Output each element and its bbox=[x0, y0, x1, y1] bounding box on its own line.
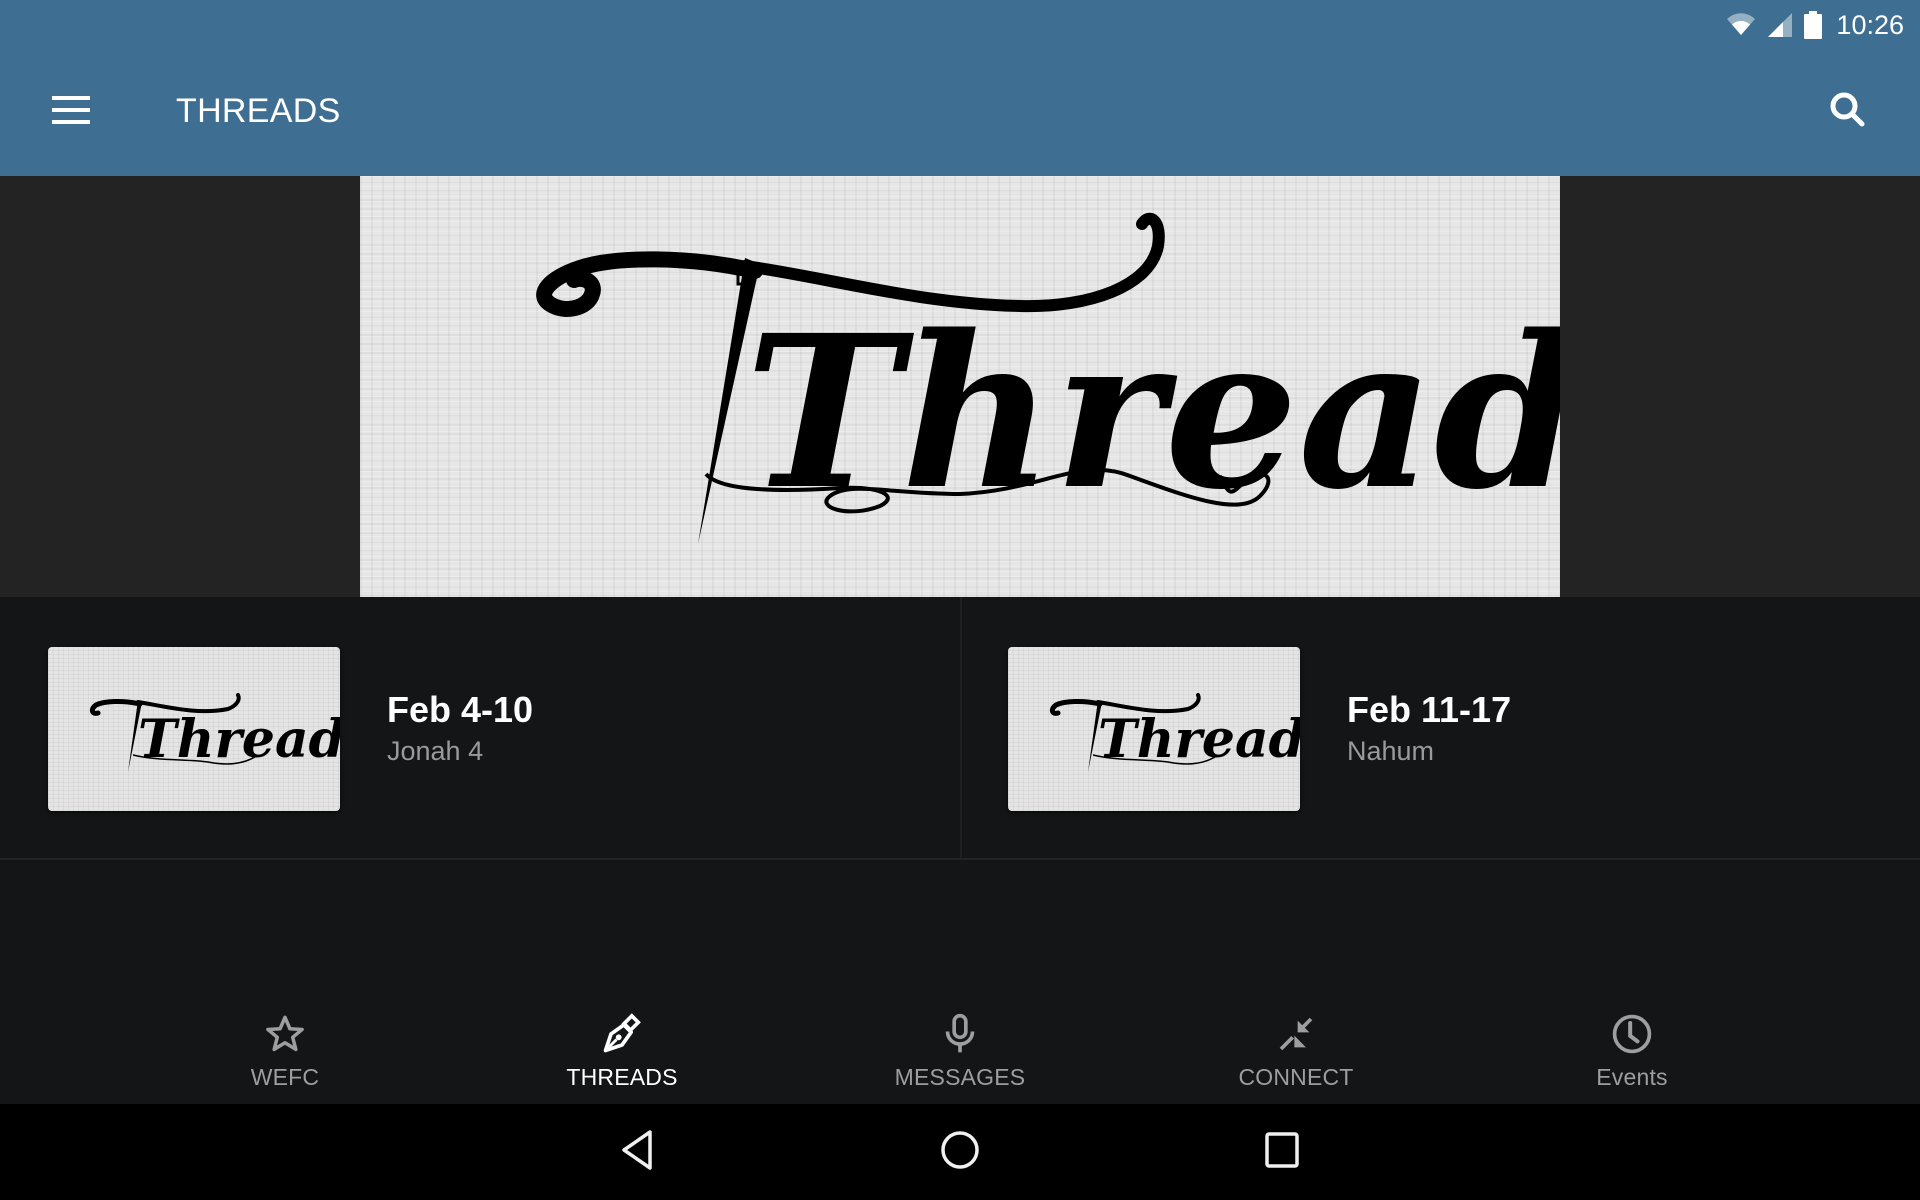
nav-label: Events bbox=[1596, 1064, 1668, 1090]
bottom-nav: WEFC THREADS MESSAGES CONNECT Events bbox=[0, 990, 1920, 1104]
home-button[interactable] bbox=[920, 1122, 1000, 1182]
home-circle-icon bbox=[939, 1129, 981, 1176]
back-button[interactable] bbox=[598, 1122, 678, 1182]
status-bar: 10:26 bbox=[1640, 0, 1920, 50]
microphone-icon bbox=[936, 1010, 984, 1058]
system-nav-bar bbox=[0, 1104, 1920, 1200]
recents-button[interactable] bbox=[1243, 1122, 1323, 1182]
nav-label: WEFC bbox=[250, 1064, 320, 1090]
item-subtitle: Jonah 4 bbox=[387, 736, 484, 766]
hero-image[interactable]: Threads bbox=[360, 176, 1560, 597]
nav-label: MESSAGES bbox=[894, 1064, 1026, 1090]
nav-item-messages[interactable]: MESSAGES bbox=[840, 990, 1080, 1104]
menu-button[interactable] bbox=[36, 84, 108, 140]
item-title: Feb 4-10 bbox=[387, 689, 534, 730]
list-item[interactable]: Threads Feb 4-10 Jonah 4 bbox=[0, 597, 960, 858]
app-bar: 10:26 THREADS bbox=[0, 0, 1920, 176]
wifi-icon bbox=[1726, 13, 1756, 37]
threads-logo-thumb: Threads bbox=[89, 693, 340, 772]
nav-item-wefc[interactable]: WEFC bbox=[165, 990, 405, 1104]
logo-text: Threads bbox=[745, 289, 1560, 536]
status-time: 10:26 bbox=[1836, 9, 1904, 40]
threads-list: Threads Feb 4-10 Jonah 4 Threads Feb 11-… bbox=[0, 597, 1920, 860]
threads-logo-thumb: Threads bbox=[1049, 693, 1300, 772]
nav-label: THREADS bbox=[566, 1064, 678, 1090]
star-icon bbox=[261, 1010, 309, 1058]
list-item[interactable]: Threads Feb 11-17 Nahum bbox=[962, 597, 1920, 858]
item-title: Feb 11-17 bbox=[1347, 689, 1512, 730]
cell-signal-icon bbox=[1766, 12, 1794, 38]
thumbnail: Threads bbox=[1008, 647, 1300, 811]
svg-text:Threads: Threads bbox=[1098, 709, 1300, 770]
search-icon bbox=[1828, 90, 1868, 135]
pen-nib-icon bbox=[598, 1010, 646, 1058]
back-triangle-icon bbox=[620, 1129, 656, 1176]
recents-square-icon bbox=[1263, 1130, 1303, 1175]
hero-banner: Threads bbox=[0, 176, 1920, 597]
nav-item-events[interactable]: Events bbox=[1512, 990, 1752, 1104]
nav-item-connect[interactable]: CONNECT bbox=[1176, 990, 1416, 1104]
battery-icon bbox=[1804, 11, 1823, 39]
thumbnail: Threads bbox=[48, 647, 340, 811]
hamburger-menu-icon bbox=[52, 95, 92, 129]
svg-text:Threads: Threads bbox=[138, 709, 340, 770]
item-subtitle: Nahum bbox=[1347, 736, 1435, 766]
connect-arrows-icon bbox=[1272, 1010, 1320, 1058]
nav-item-threads[interactable]: THREADS bbox=[502, 990, 742, 1104]
nav-label: CONNECT bbox=[1238, 1064, 1354, 1090]
clock-icon bbox=[1608, 1010, 1656, 1058]
page-title: THREADS bbox=[176, 92, 341, 130]
logo-swoosh-left bbox=[536, 251, 763, 317]
threads-logo: Threads bbox=[536, 212, 1560, 544]
search-button[interactable] bbox=[1820, 84, 1876, 140]
